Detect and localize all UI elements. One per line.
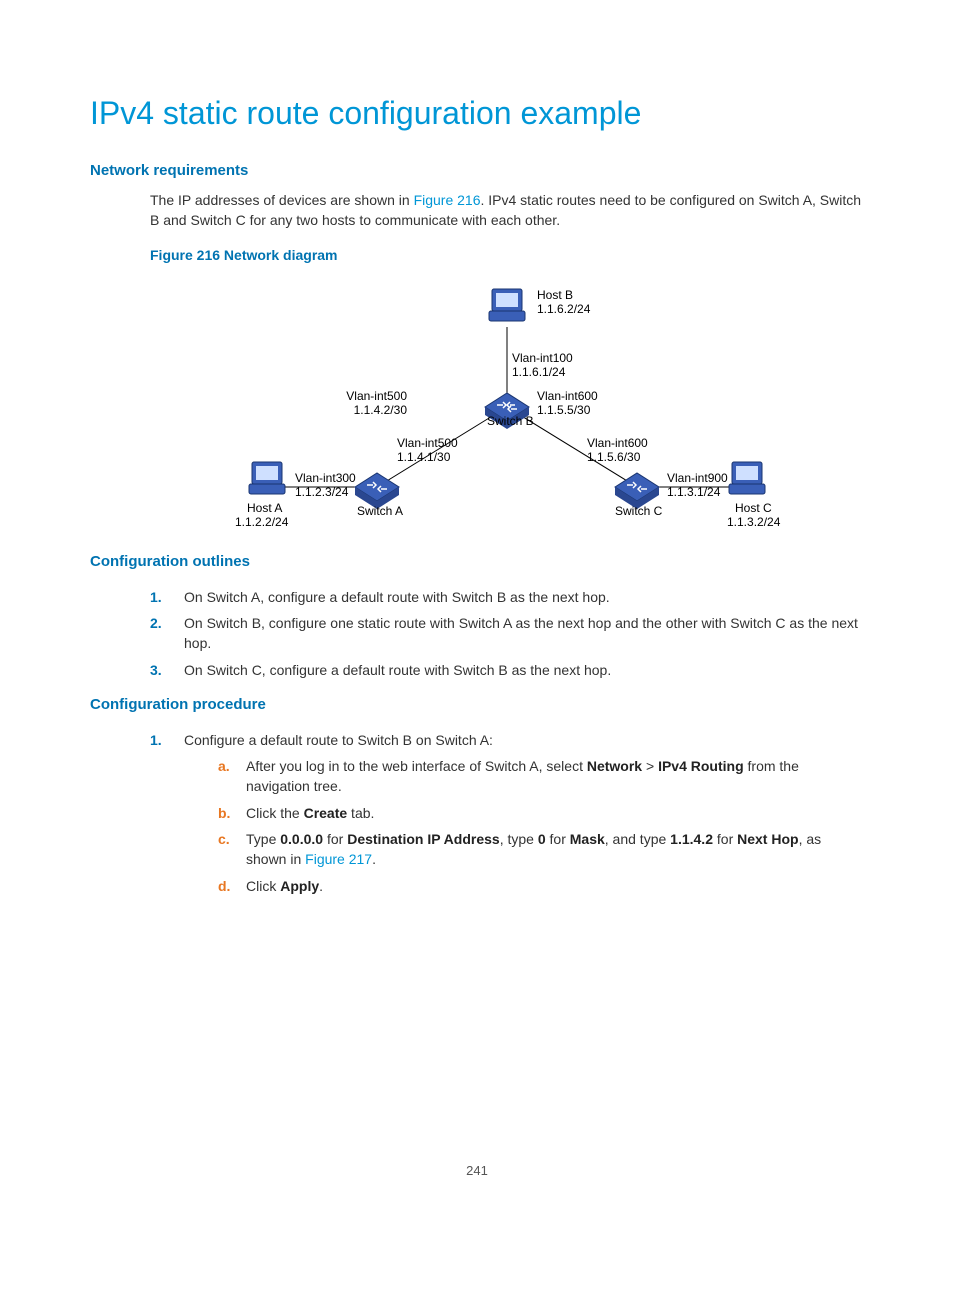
list-letter: a. <box>218 756 246 797</box>
switch-a-label: Switch A <box>357 504 403 518</box>
vlan100-label: Vlan-int100 <box>512 351 573 365</box>
host-c-label: Host C <box>735 501 772 515</box>
host-a-ip: 1.1.2.2/24 <box>235 515 289 529</box>
host-b-icon <box>489 289 525 321</box>
host-a-icon <box>249 462 285 494</box>
list-item: d. Click Apply. <box>218 876 864 896</box>
vlan600b-ip: 1.1.5.5/30 <box>537 403 591 417</box>
text: . <box>319 878 323 894</box>
page-number: 241 <box>90 1162 864 1181</box>
network-bold: Network <box>587 758 642 774</box>
apply-bold: Apply <box>280 878 319 894</box>
vlan300-label: Vlan-int300 <box>295 471 356 485</box>
text: , and type <box>605 831 670 847</box>
vlan900-ip: 1.1.3.1/24 <box>667 485 721 499</box>
text: for <box>713 831 737 847</box>
text: After you log in to the web interface of… <box>246 758 587 774</box>
text: , type <box>500 831 538 847</box>
mask-bold: Mask <box>570 831 605 847</box>
text: for <box>323 831 347 847</box>
list-item: c. Type 0.0.0.0 for Destination IP Addre… <box>218 829 864 870</box>
text: tab. <box>347 805 374 821</box>
outlines-list: 1.On Switch A, configure a default route… <box>150 587 864 680</box>
host-b-label: Host B <box>537 288 573 302</box>
switch-b-label: Switch B <box>487 414 534 428</box>
heading-configuration-procedure: Configuration procedure <box>90 694 864 716</box>
vlan600b-label: Vlan-int600 <box>537 389 598 403</box>
list-number: 1. <box>150 730 184 902</box>
figure-217-link[interactable]: Figure 217 <box>305 851 372 867</box>
vlan500b-ip: 1.1.4.2/30 <box>354 403 408 417</box>
vlan900-label: Vlan-int900 <box>667 471 728 485</box>
text: Configure a default route to Switch B on… <box>184 732 493 748</box>
text: > <box>642 758 658 774</box>
text: Type <box>246 831 280 847</box>
list-number: 3. <box>150 660 184 680</box>
vlan500b-label: Vlan-int500 <box>346 389 407 403</box>
list-number: 1. <box>150 587 184 607</box>
vlan500a-ip: 1.1.4.1/30 <box>397 450 451 464</box>
vlan300-ip: 1.1.2.3/24 <box>295 485 349 499</box>
text: On Switch B, configure one static route … <box>184 613 864 654</box>
ip-bold: 0.0.0.0 <box>280 831 323 847</box>
host-c-icon <box>729 462 765 494</box>
host-a-label: Host A <box>247 501 282 515</box>
text: On Switch C, configure a default route w… <box>184 660 611 680</box>
text: The IP addresses of devices are shown in <box>150 192 414 208</box>
create-bold: Create <box>304 805 348 821</box>
vlan600c-label: Vlan-int600 <box>587 436 648 450</box>
network-diagram: Host B 1.1.6.2/24 Switch B Vlan-int100 1… <box>150 277 864 537</box>
list-letter: b. <box>218 803 246 823</box>
heading-configuration-outlines: Configuration outlines <box>90 551 864 573</box>
page-title: IPv4 static route configuration example <box>90 90 864 136</box>
list-letter: d. <box>218 876 246 896</box>
host-b-ip: 1.1.6.2/24 <box>537 302 591 316</box>
list-item: a. After you log in to the web interface… <box>218 756 864 797</box>
list-number: 2. <box>150 613 184 654</box>
host-c-ip: 1.1.3.2/24 <box>727 515 781 529</box>
list-item: 3.On Switch C, configure a default route… <box>150 660 864 680</box>
network-requirements-para: The IP addresses of devices are shown in… <box>150 190 864 231</box>
destip-bold: Destination IP Address <box>347 831 499 847</box>
list-item: 2.On Switch B, configure one static rout… <box>150 613 864 654</box>
ipv4-routing-bold: IPv4 Routing <box>658 758 744 774</box>
nexthop-bold: Next Hop <box>737 831 798 847</box>
zero-bold: 0 <box>538 831 546 847</box>
text: Click the <box>246 805 304 821</box>
list-letter: c. <box>218 829 246 870</box>
vlan600c-ip: 1.1.5.6/30 <box>587 450 641 464</box>
nexthop-ip-bold: 1.1.4.2 <box>670 831 713 847</box>
list-item: b. Click the Create tab. <box>218 803 864 823</box>
vlan500a-label: Vlan-int500 <box>397 436 458 450</box>
text: On Switch A, configure a default route w… <box>184 587 610 607</box>
text: for <box>546 831 570 847</box>
heading-network-requirements: Network requirements <box>90 160 864 182</box>
figure-216-link[interactable]: Figure 216 <box>414 192 481 208</box>
procedure-list: 1. Configure a default route to Switch B… <box>150 730 864 902</box>
switch-c-label: Switch C <box>615 504 663 518</box>
text: Click <box>246 878 280 894</box>
figure-216-caption: Figure 216 Network diagram <box>150 245 864 265</box>
vlan100-ip: 1.1.6.1/24 <box>512 365 566 379</box>
text: . <box>372 851 376 867</box>
list-item: 1.On Switch A, configure a default route… <box>150 587 864 607</box>
list-item: 1. Configure a default route to Switch B… <box>150 730 864 902</box>
